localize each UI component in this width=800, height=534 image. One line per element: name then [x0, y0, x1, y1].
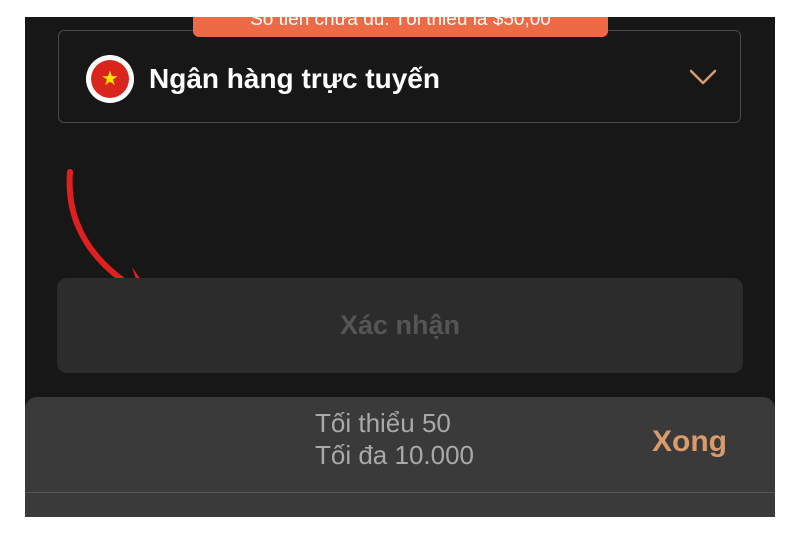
vietnam-flag-icon: ★ [86, 55, 134, 103]
flag-star: ★ [91, 60, 129, 98]
max-amount-text: Tối đa 10.000 [315, 440, 475, 470]
app-screen: ★ Ngân hàng trực tuyến Số tiền chưa đủ. … [25, 17, 775, 517]
amount-picker-sheet: Tối thiểu 50 Tối đa 10.000 Xong [25, 397, 775, 517]
sheet-divider [25, 492, 775, 493]
chevron-down-icon[interactable] [688, 67, 718, 87]
amount-limits: Tối thiểu 50 Tối đa 10.000 [315, 407, 474, 471]
confirm-button[interactable]: Xác nhận [57, 278, 743, 373]
error-toast: Số tiền chưa đủ. Tối thiểu là $50,00 [193, 17, 608, 37]
done-button[interactable]: Xong [652, 425, 727, 459]
payment-method-select[interactable]: ★ Ngân hàng trực tuyến [58, 30, 741, 123]
payment-method-label: Ngân hàng trực tuyến [149, 63, 440, 94]
min-amount-text: Tối thiểu 50 [315, 408, 451, 438]
